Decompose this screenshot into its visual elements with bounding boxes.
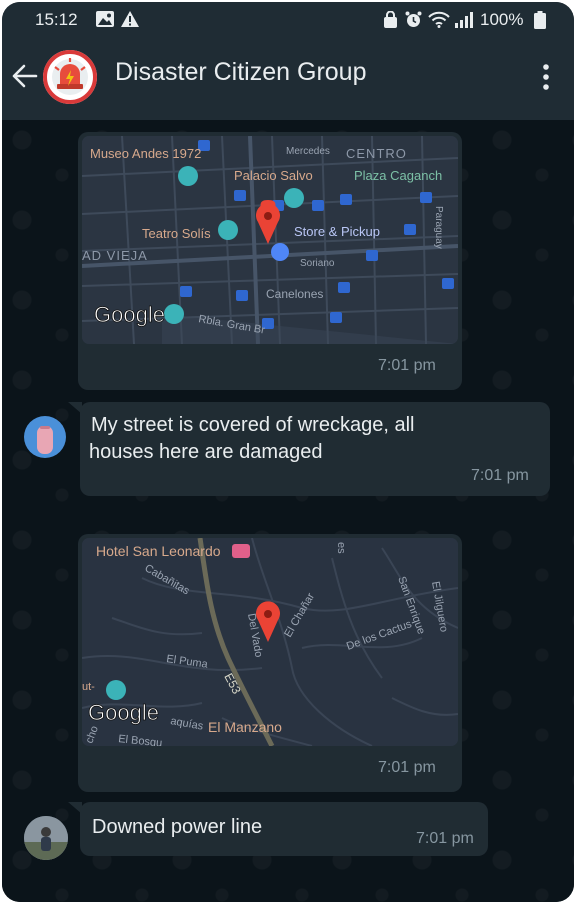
message-text-line-1: My street is covered of wreckage, all xyxy=(91,414,415,436)
photo-avatar-icon xyxy=(24,816,68,860)
message-text-line-2: houses here are damaged xyxy=(89,441,323,463)
status-bar: 15:12 100% xyxy=(2,2,574,38)
location-message-bubble[interactable]: Museo Andes 1972 Mercedes CENTRO Palacio… xyxy=(78,132,462,390)
gallery-icon xyxy=(96,11,114,27)
back-arrow-icon[interactable] xyxy=(10,62,38,90)
more-options-icon[interactable] xyxy=(542,64,550,90)
map-label-palacio: Palacio Salvo xyxy=(234,168,313,183)
map-label-centro: CENTRO xyxy=(346,146,407,161)
wifi-icon xyxy=(428,11,450,28)
map-preview[interactable]: Hotel San Leonardo Cabañitas es San Enri… xyxy=(82,538,458,746)
message-text: Downed power line xyxy=(92,816,263,838)
map-label-soriano: Soriano xyxy=(300,258,335,269)
google-logo: Google xyxy=(94,302,165,327)
map-label-mercedes: Mercedes xyxy=(286,146,330,157)
group-title[interactable]: Disaster Citizen Group xyxy=(115,58,366,87)
text-message-bubble[interactable]: Downed power line 7:01 pm xyxy=(80,802,488,856)
map-label-manzano: El Manzano xyxy=(208,719,282,735)
map-label-store: Store & Pickup xyxy=(294,224,380,239)
message-time: 7:01 pm xyxy=(378,759,436,776)
map-label-canelones: Canelones xyxy=(266,287,323,301)
map-label-museo: Museo Andes 1972 xyxy=(90,146,201,161)
battery-percentage: 100% xyxy=(480,10,524,29)
chat-header: Disaster Citizen Group xyxy=(2,38,574,120)
map-label-plaza: Plaza Caganch xyxy=(354,168,442,183)
location-message-bubble[interactable]: Hotel San Leonardo Cabañitas es San Enri… xyxy=(78,534,462,792)
battery-icon xyxy=(534,11,546,29)
person-avatar-icon xyxy=(37,426,53,454)
text-message-bubble[interactable]: My street is covered of wreckage, all ho… xyxy=(80,402,550,496)
google-logo: Google xyxy=(88,700,159,725)
chat-area[interactable]: Museo Andes 1972 Mercedes CENTRO Palacio… xyxy=(2,120,574,902)
message-time: 7:01 pm xyxy=(471,467,529,484)
map-label-teatro: Teatro Solís xyxy=(142,226,211,241)
signal-icon xyxy=(455,12,473,28)
group-avatar[interactable] xyxy=(43,50,97,104)
status-time: 15:12 xyxy=(35,10,78,29)
map-label-ut: ut- xyxy=(82,681,95,693)
warning-icon xyxy=(121,11,139,27)
map-label-vieja: AD VIEJA xyxy=(82,248,148,263)
lock-icon xyxy=(384,11,397,28)
map-label-es: es xyxy=(335,542,347,554)
map-image: Museo Andes 1972 Mercedes CENTRO Palacio… xyxy=(82,136,458,344)
alarm-icon xyxy=(405,11,422,27)
siren-logo-icon xyxy=(43,50,97,104)
map-label-paraguay: Paraguay xyxy=(433,206,444,249)
message-time: 7:01 pm xyxy=(416,830,474,847)
message-time: 7:01 pm xyxy=(378,357,436,374)
sender-avatar[interactable] xyxy=(24,416,66,458)
map-label-hotel: Hotel San Leonardo xyxy=(96,543,221,559)
map-image: Hotel San Leonardo Cabañitas es San Enri… xyxy=(82,538,458,746)
phone-screen: 15:12 100% Disaster Citizen Group Museo … xyxy=(2,2,574,902)
sender-avatar[interactable] xyxy=(24,816,68,860)
map-preview[interactable]: Museo Andes 1972 Mercedes CENTRO Palacio… xyxy=(82,136,458,344)
